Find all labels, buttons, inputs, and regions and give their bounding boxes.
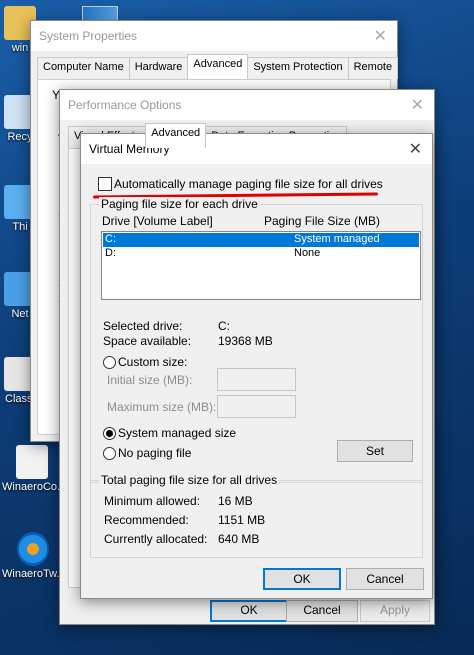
system-properties-tabs: Computer Name Hardware Advanced System P… (37, 54, 399, 79)
list-item[interactable]: D: None (103, 247, 419, 261)
minimum-allowed-label: Minimum allowed: (104, 494, 201, 508)
drive-paging-size: None (294, 247, 321, 259)
selected-drive-label: Selected drive: (103, 319, 183, 333)
ok-button[interactable]: OK (263, 568, 341, 590)
maximum-size-input[interactable] (217, 395, 296, 418)
virtual-memory-titlebar: Virtual Memory ✕ (81, 134, 432, 164)
desktop-icon-label: WinaeroTw... (2, 568, 66, 580)
desktop-icon-label: WinaeroCo... (2, 481, 67, 493)
drive-letter: C: (105, 233, 116, 245)
tab-system-protection[interactable]: System Protection (247, 57, 349, 79)
system-managed-radio[interactable] (103, 427, 116, 440)
no-paging-file-label[interactable]: No paging file (118, 446, 191, 460)
total-paging-group: Total paging file size for all drives Mi… (90, 473, 423, 558)
virtual-memory-window: Virtual Memory ✕ Automatically manage pa… (80, 133, 433, 599)
space-available-label: Space available: (103, 334, 192, 348)
tab-advanced[interactable]: Advanced (187, 54, 249, 79)
drive-paging-size: System managed (294, 233, 380, 245)
gear-document-icon (16, 445, 48, 479)
auto-manage-label[interactable]: Automatically manage paging file size fo… (114, 177, 383, 191)
column-header-drive: Drive [Volume Label] (102, 214, 213, 228)
desktop-icon-winaero-tweaker[interactable]: WinaeroTw... (2, 532, 66, 580)
minimum-allowed-value: 16 MB (218, 494, 253, 508)
recommended-value: 1151 MB (218, 513, 266, 527)
cancel-button[interactable]: Cancel (346, 568, 424, 590)
system-managed-label[interactable]: System managed size (118, 426, 236, 440)
auto-manage-checkbox[interactable] (98, 177, 112, 191)
custom-size-radio[interactable] (103, 356, 116, 369)
currently-allocated-value: 640 MB (218, 532, 260, 546)
set-button[interactable]: Set (337, 440, 413, 462)
space-available-value: 19368 MB (218, 334, 273, 348)
initial-size-label: Initial size (MB): (107, 373, 193, 387)
apply-button[interactable]: Apply (360, 600, 430, 622)
tab-remote[interactable]: Remote (347, 57, 399, 79)
paging-file-group: Paging file size for each drive Drive [V… (90, 197, 423, 483)
window-title: System Properties (39, 29, 138, 43)
winaero-tweaker-icon (17, 532, 49, 566)
close-icon[interactable]: ✕ (374, 26, 387, 46)
ok-button[interactable]: OK (210, 600, 288, 622)
cancel-button[interactable]: Cancel (286, 600, 358, 622)
system-properties-titlebar: System Properties ✕ (31, 21, 397, 51)
selected-drive-value: C: (218, 319, 230, 333)
group-label: Total paging file size for all drives (99, 473, 280, 487)
performance-options-titlebar: Performance Options ✕ (60, 90, 434, 120)
close-icon[interactable]: ✕ (409, 139, 422, 159)
maximum-size-label: Maximum size (MB): (107, 400, 217, 414)
window-title: Performance Options (68, 98, 182, 112)
tab-hardware[interactable]: Hardware (128, 57, 189, 79)
no-paging-file-radio[interactable] (103, 447, 116, 460)
column-header-size: Paging File Size (MB) (264, 214, 381, 228)
recommended-label: Recommended: (104, 513, 189, 527)
tab-advanced[interactable]: Advanced (145, 123, 207, 148)
custom-size-label[interactable]: Custom size: (118, 355, 187, 369)
close-icon[interactable]: ✕ (411, 95, 424, 115)
initial-size-input[interactable] (217, 368, 296, 391)
desktop-icon-winaero-config[interactable]: WinaeroCo... (2, 445, 67, 493)
list-item[interactable]: C: System managed (103, 233, 419, 247)
drive-letter: D: (105, 247, 116, 259)
group-label: Paging file size for each drive (99, 197, 260, 211)
tab-computer-name[interactable]: Computer Name (37, 57, 130, 79)
drive-list[interactable]: C: System managed D: None (101, 231, 421, 300)
currently-allocated-label: Currently allocated: (104, 532, 208, 546)
